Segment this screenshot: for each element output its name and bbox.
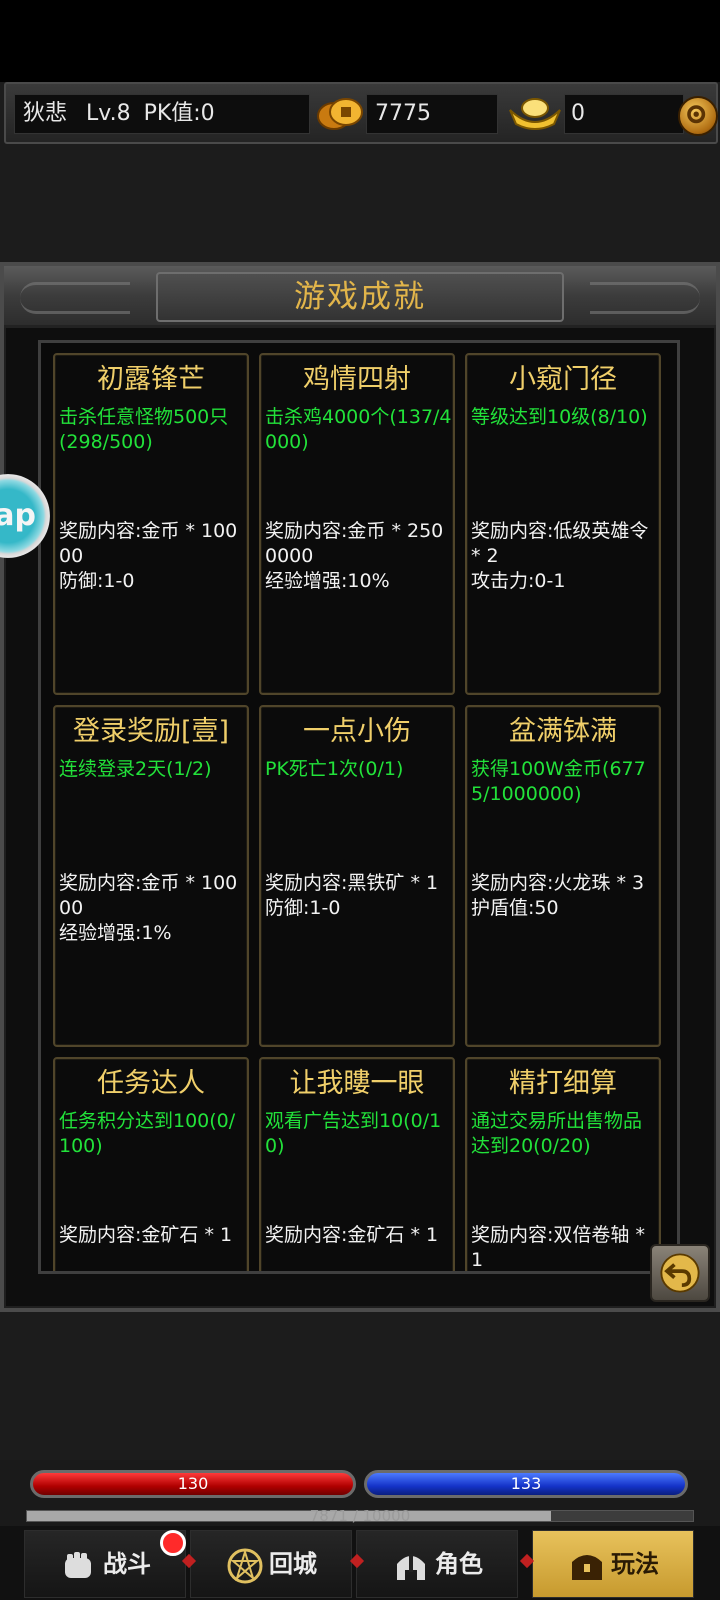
achievement-card[interactable]: 任务达人任务积分达到100(0/100) 奖励内容:金矿石 * 1	[53, 1057, 249, 1271]
exp-text: 7871 / 10000	[309, 1507, 411, 1525]
achievement-reward: 奖励内容:金币 * 2500000 经验增强:10%	[265, 520, 444, 592]
achievement-task: 通过交易所出售物品达到20(0/20)	[471, 1110, 643, 1157]
achievement-card[interactable]: 精打细算通过交易所出售物品达到20(0/20) 奖励内容:双倍卷轴 * 1	[465, 1057, 661, 1271]
achievement-task: 等级达到10级(8/10)	[471, 406, 648, 428]
achievement-title: 让我瞜一眼	[289, 1068, 425, 1099]
nav-gameplay[interactable]: 玩法	[532, 1530, 694, 1598]
ingot-amount: 0	[564, 94, 684, 134]
nav-return-city[interactable]: 回城	[190, 1530, 352, 1598]
achievement-card[interactable]: 小窥门径等级达到10级(8/10) 奖励内容:低级英雄令 * 2 攻击力:0-1	[465, 353, 661, 695]
panel-title: 游戏成就	[156, 272, 564, 322]
gold-coin-icon	[317, 98, 363, 130]
nav-character[interactable]: 角色	[356, 1530, 518, 1598]
system-status-area	[0, 0, 720, 82]
achievement-reward: 奖励内容:黑铁矿 * 1 防御:1-0	[265, 872, 439, 919]
achievement-reward: 奖励内容:金矿石 * 1	[265, 1224, 439, 1246]
achievement-task: 击杀鸡4000个(137/4000)	[265, 406, 452, 453]
treasure-chest-icon	[567, 1545, 607, 1585]
achievement-title: 精打细算	[509, 1068, 617, 1099]
nav-battle-label: 战斗	[103, 1550, 151, 1578]
achievement-title: 小窥门径	[509, 364, 617, 395]
achievement-reward: 奖励内容:金币 * 10000 经验增强:1%	[59, 872, 238, 944]
achievement-card[interactable]: 盆满钵满获得100W金币(6775/1000000) 奖励内容:火龙珠 * 3 护…	[465, 705, 661, 1047]
player-status-bar: 狄悲 Lv.8 PK值:0 7775 0	[4, 82, 718, 144]
achievement-card[interactable]: 鸡情四射击杀鸡4000个(137/4000) 奖励内容:金币 * 2500000 …	[259, 353, 455, 695]
achievement-title: 初露锋芒	[97, 364, 205, 395]
achievement-title: 一点小伤	[303, 716, 411, 747]
achievement-title: 任务达人	[97, 1068, 205, 1099]
achievement-task: 击杀任意怪物500只(298/500)	[59, 406, 229, 453]
player-name: 狄悲	[23, 101, 68, 126]
back-button[interactable]	[650, 1244, 710, 1302]
pentagram-icon	[225, 1545, 265, 1585]
fist-icon	[59, 1545, 99, 1585]
achievement-card[interactable]: 登录奖励[壹] 连续登录2天(1/2) 奖励内容:金币 * 10000 经验增强:1…	[53, 705, 249, 1047]
settings-gear-button[interactable]	[678, 96, 718, 136]
gold-ingot-icon	[509, 98, 561, 130]
achievement-reward: 奖励内容:金币 * 10000 防御:1-0	[59, 520, 238, 592]
achievement-task: 获得100W金币(6775/1000000)	[471, 758, 646, 805]
achievement-task: 任务积分达到100(0/100)	[59, 1110, 236, 1157]
panel-header: 游戏成就	[4, 266, 716, 328]
achievement-reward: 奖励内容:低级英雄令 * 2 攻击力:0-1	[471, 520, 649, 592]
achievement-task: 观看广告达到10(0/10)	[265, 1110, 442, 1157]
achievement-reward: 奖励内容:火龙珠 * 3 护盾值:50	[471, 872, 645, 919]
achievement-task: PK死亡1次(0/1)	[265, 758, 404, 780]
achievement-reward: 奖励内容:双倍卷轴 * 1	[471, 1224, 645, 1271]
achievement-title: 登录奖励[壹]	[72, 716, 230, 747]
gear-icon	[687, 105, 706, 124]
mp-bar: 133	[364, 1470, 688, 1498]
helmet-icon	[391, 1545, 431, 1585]
achievement-card[interactable]: 让我瞜一眼观看广告达到10(0/10) 奖励内容:金矿石 * 1	[259, 1057, 455, 1271]
achievement-title: 鸡情四射	[303, 364, 411, 395]
achievement-grid[interactable]: 初露锋芒击杀任意怪物500只(298/500) 奖励内容:金币 * 10000 防…	[38, 340, 680, 1274]
player-pk: PK值:0	[143, 101, 215, 126]
nav-return-city-label: 回城	[269, 1550, 317, 1578]
achievement-reward: 奖励内容:金矿石 * 1	[59, 1224, 233, 1246]
gold-amount: 7775	[366, 94, 498, 134]
achievement-title: 盆满钵满	[509, 716, 617, 747]
nav-gameplay-label: 玩法	[611, 1550, 659, 1578]
achievement-card[interactable]: 一点小伤 PK死亡1次(0/1) 奖励内容:黑铁矿 * 1 防御:1-0	[259, 705, 455, 1047]
achievements-panel: 游戏成就 初露锋芒击杀任意怪物500只(298/500) 奖励内容:金币 * 10…	[0, 262, 720, 1312]
achievement-card[interactable]: 初露锋芒击杀任意怪物500只(298/500) 奖励内容:金币 * 10000 防…	[53, 353, 249, 695]
player-info: 狄悲 Lv.8 PK值:0	[14, 94, 310, 134]
achievement-task: 连续登录2天(1/2)	[59, 758, 212, 780]
player-level: Lv.8	[86, 101, 131, 126]
battle-notification-dot	[160, 1530, 186, 1556]
hp-bar: 130	[30, 1470, 356, 1498]
nav-character-label: 角色	[435, 1550, 483, 1578]
return-arrow-icon	[660, 1253, 700, 1293]
